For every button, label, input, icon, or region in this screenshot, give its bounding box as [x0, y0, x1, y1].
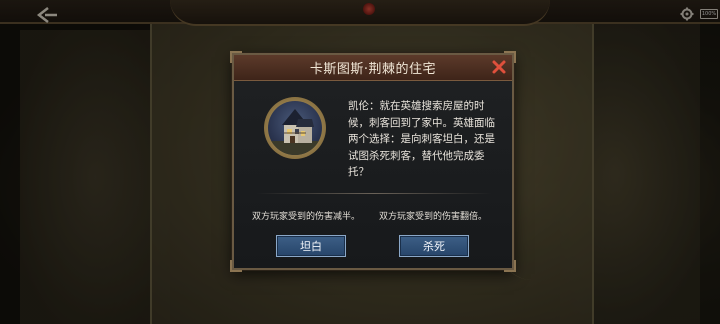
divider: [256, 193, 492, 194]
dialog-title: 卡斯图斯·荆棘的住宅: [309, 62, 437, 77]
location-portrait: [264, 97, 326, 159]
close-icon: [492, 60, 506, 74]
house-portrait-icon: [268, 101, 322, 155]
close-button[interactable]: [489, 57, 509, 77]
frame-corner: [230, 260, 242, 272]
dialog-title-bar: 卡斯图斯·荆棘的住宅: [234, 55, 512, 81]
event-story-text: 凯伦：就在英雄搜索房屋的时候，刺客回到了家中。英雄面临两个选择：是向刺客坦白，还…: [348, 100, 495, 178]
kill-effect-text: 双方玩家受到的伤害翻倍。: [379, 212, 488, 222]
kill-button[interactable]: 杀死: [399, 235, 469, 257]
confess-button[interactable]: 坦白: [276, 235, 346, 257]
event-dialog: 卡斯图斯·荆棘的住宅 凯伦：就在英雄搜索房屋的时候，刺客回到了家中。英雄面临两个…: [230, 51, 516, 272]
frame-corner: [504, 260, 516, 272]
confess-effect-text: 双方玩家受到的伤害减半。: [252, 212, 361, 222]
